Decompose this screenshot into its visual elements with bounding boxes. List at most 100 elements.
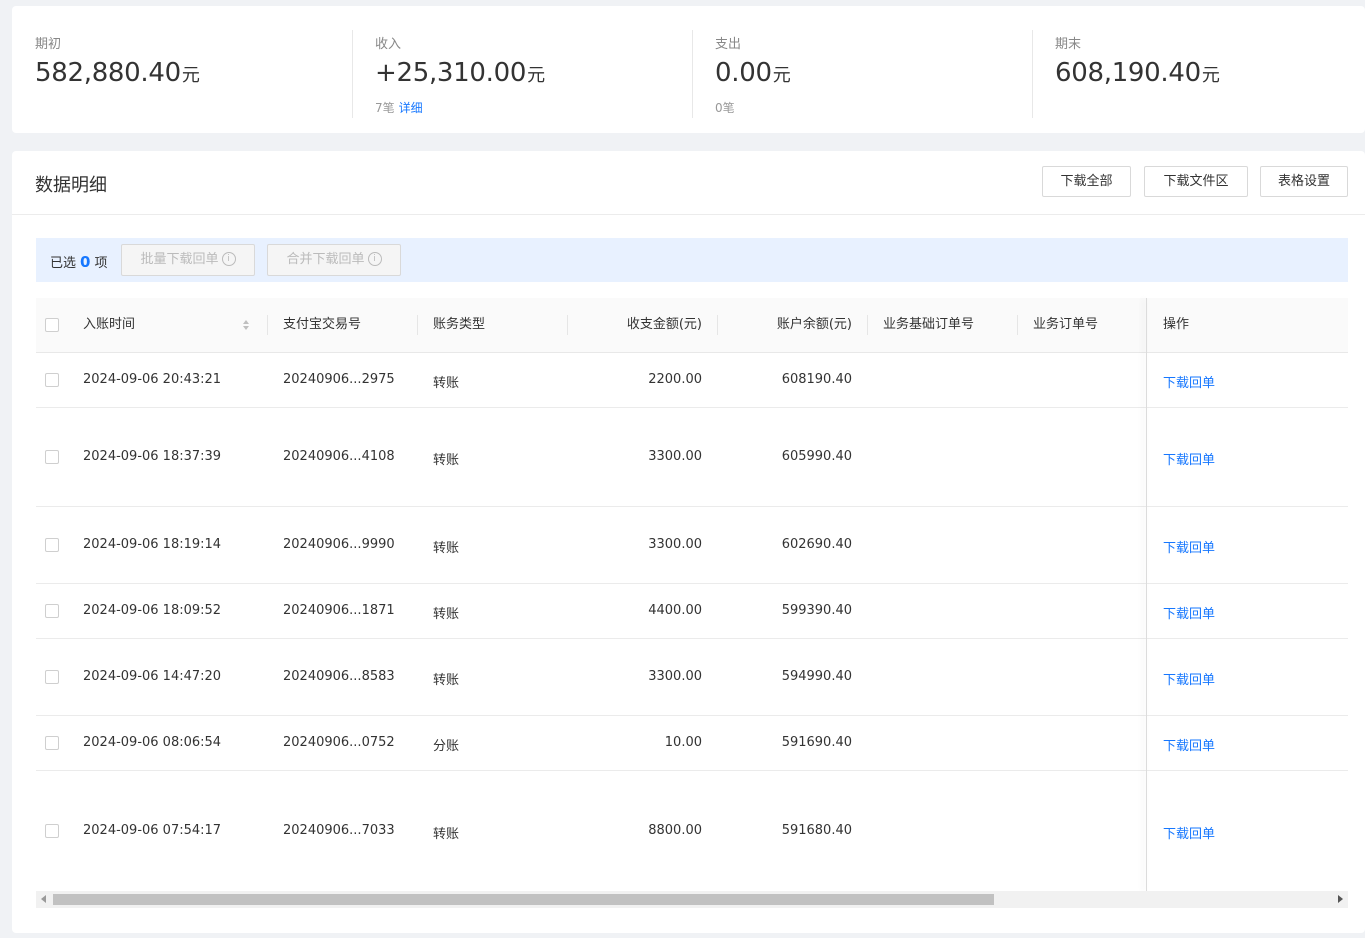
header-divider [12,214,1365,215]
cell-action: 下载回单 [1163,449,1215,468]
income-label: 收入 [375,37,402,52]
cell-time: 2024-09-06 20:43:21 [83,372,222,387]
table-row: 2024-09-06 07:54:17 20240906...7033 转账 8800… [36,771,1348,892]
column-divider [267,315,268,335]
cell-action: 下载回单 [1163,669,1215,688]
cell-time: 2024-09-06 07:54:17 [83,823,222,838]
download-area-button[interactable]: 下载文件区 [1144,166,1248,197]
income-count: 7笔 详细 [375,101,423,115]
cell-balance: 591690.40 [781,735,852,750]
download-all-button[interactable]: 下载全部 [1042,166,1131,197]
download-receipt-link[interactable]: 下载回单 [1163,673,1215,688]
income-detail-link[interactable]: 详细 [399,101,423,115]
table-settings-button[interactable]: 表格设置 [1260,166,1348,197]
cell-txn: 20240906...1871 [283,603,395,618]
closing-balance-stat: 期末 608,190.40元 [1032,6,1365,133]
cell-type: 转账 [433,607,460,622]
column-divider [417,315,418,335]
income-amount: +25,310.00元 [375,58,546,88]
download-receipt-link[interactable]: 下载回单 [1163,827,1215,842]
opening-amount: 582,880.40元 [35,58,200,88]
row-checkbox[interactable] [45,373,59,387]
cell-balance: 608190.40 [781,372,852,387]
download-receipt-link[interactable]: 下载回单 [1163,453,1215,468]
download-receipt-link[interactable]: 下载回单 [1163,376,1215,391]
expense-label: 支出 [715,37,742,52]
scroll-right-icon[interactable] [1338,895,1343,903]
cell-time: 2024-09-06 08:06:54 [83,735,222,750]
opening-label: 期初 [35,37,62,52]
selection-count: 已选 0 项 [50,253,108,271]
cell-balance: 599390.40 [781,603,852,618]
row-checkbox[interactable] [45,450,59,464]
info-icon: i [221,251,236,266]
table-row: 2024-09-06 18:19:14 20240906...9990 转账 3300… [36,507,1348,584]
cell-type: 转账 [433,541,460,556]
merge-download-button[interactable]: 合并下载回单 i [267,244,401,276]
cell-time: 2024-09-06 14:47:20 [83,669,222,684]
cell-txn: 20240906...8583 [283,669,395,684]
row-checkbox[interactable] [45,670,59,684]
cell-action: 下载回单 [1163,537,1215,556]
row-checkbox[interactable] [45,824,59,838]
closing-amount: 608,190.40元 [1055,58,1220,88]
detail-panel: 数据明细 下载全部 下载文件区 表格设置 已选 0 项 批量下载回单 i 合并下载回单… [12,151,1365,933]
col-order: 业务订单号 [1033,317,1099,332]
download-receipt-link[interactable]: 下载回单 [1163,541,1215,556]
cell-action: 下载回单 [1163,735,1215,754]
cell-type: 转账 [433,453,460,468]
cell-type: 分账 [433,739,460,754]
cell-txn: 20240906...7033 [283,823,395,838]
cell-time: 2024-09-06 18:09:52 [83,603,222,618]
column-divider [1017,315,1018,335]
cell-amount: 2200.00 [648,372,702,387]
cell-action: 下载回单 [1163,372,1215,391]
row-checkbox[interactable] [45,604,59,618]
detail-title: 数据明细 [35,175,107,196]
select-all-checkbox[interactable] [45,318,59,332]
cell-txn: 20240906...4108 [283,449,395,464]
cell-amount: 3300.00 [648,537,702,552]
col-amount: 收支金额(元) [626,317,702,332]
selection-bar: 已选 0 项 批量下载回单 i 合并下载回单 i [36,238,1348,282]
batch-download-button[interactable]: 批量下载回单 i [121,244,255,276]
table-row: 2024-09-06 18:37:39 20240906...4108 转账 3300… [36,408,1348,507]
expense-count: 0笔 [715,101,735,115]
horizontal-scrollbar[interactable] [36,891,1348,908]
cell-balance: 605990.40 [781,449,852,464]
col-txn: 支付宝交易号 [283,317,362,332]
cell-time: 2024-09-06 18:37:39 [83,449,222,464]
balance-summary: 期初 582,880.40元 收入 +25,310.00元 7笔 详细 支出 0.… [12,6,1365,133]
cell-txn: 20240906...2975 [283,372,395,387]
download-receipt-link[interactable]: 下载回单 [1163,739,1215,754]
cell-type: 转账 [433,673,460,688]
expense-amount: 0.00元 [715,58,791,88]
col-action: 操作 [1163,317,1190,332]
table-header: 入账时间 支付宝交易号 账务类型 收支金额(元) 账户余额(元) 业务基础订单号… [36,298,1348,353]
download-receipt-link[interactable]: 下载回单 [1163,607,1215,622]
col-type: 账务类型 [433,317,486,332]
cell-amount: 3300.00 [648,669,702,684]
sort-icon[interactable] [242,319,250,331]
col-base-order: 业务基础订单号 [883,317,975,332]
cell-time: 2024-09-06 18:19:14 [83,537,222,552]
scrollbar-thumb[interactable] [53,894,994,905]
fixed-column-shadow [1146,298,1147,891]
income-stat: 收入 +25,310.00元 7笔 详细 [352,6,692,133]
cell-amount: 4400.00 [648,603,702,618]
cell-action: 下载回单 [1163,603,1215,622]
cell-amount: 10.00 [664,735,702,750]
col-time[interactable]: 入账时间 [83,298,135,352]
closing-label: 期末 [1055,37,1082,52]
cell-balance: 591680.40 [781,823,852,838]
info-icon: i [367,251,382,266]
row-checkbox[interactable] [45,538,59,552]
cell-txn: 20240906...9990 [283,537,395,552]
row-checkbox[interactable] [45,736,59,750]
cell-amount: 8800.00 [648,823,702,838]
cell-balance: 594990.40 [781,669,852,684]
cell-txn: 20240906...0752 [283,735,395,750]
scroll-left-icon[interactable] [41,895,46,903]
col-balance: 账户余额(元) [776,317,852,332]
expense-stat: 支出 0.00元 0笔 [692,6,1032,133]
